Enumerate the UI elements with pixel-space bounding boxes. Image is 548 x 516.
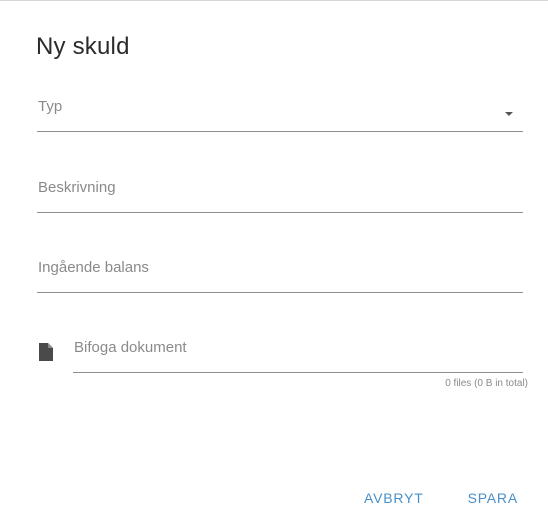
attach-document-label: Bifoga dokument — [74, 339, 187, 356]
chevron-down-icon[interactable] — [505, 112, 513, 116]
dialog-title: Ny skuld — [36, 33, 130, 60]
file-icon — [39, 343, 53, 361]
beskrivning-input[interactable]: Beskrivning — [37, 173, 523, 213]
new-debt-dialog: Ny skuld Typ Beskrivning Ingående balans… — [0, 0, 548, 516]
file-count-hint: 0 files (0 B in total) — [445, 378, 528, 389]
ingaende-balans-input[interactable]: Ingående balans — [37, 253, 523, 293]
cancel-button[interactable]: AVBRYT — [364, 490, 424, 506]
typ-select[interactable]: Typ — [37, 92, 523, 132]
beskrivning-label: Beskrivning — [38, 179, 116, 196]
attach-document-input[interactable]: Bifoga dokument — [73, 333, 523, 373]
ingaende-balans-label: Ingående balans — [38, 259, 149, 276]
save-button[interactable]: SPARA — [468, 490, 518, 506]
typ-label: Typ — [38, 98, 63, 115]
dialog-actions: AVBRYT SPARA — [364, 490, 518, 506]
